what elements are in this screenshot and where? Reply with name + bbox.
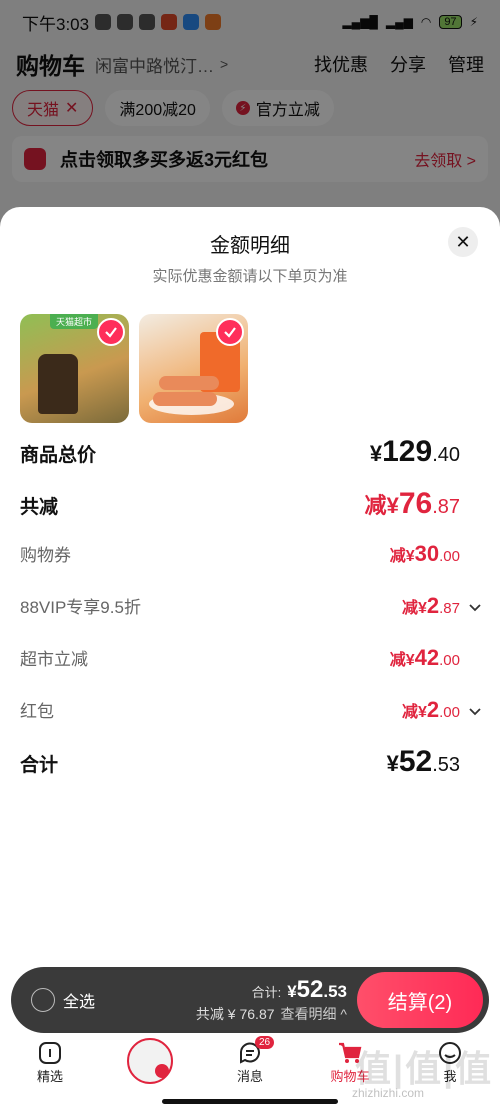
chevron-down-icon[interactable]: [468, 600, 482, 614]
row-value: ¥52.53: [386, 745, 460, 778]
close-button[interactable]: ✕: [448, 227, 478, 257]
view-details-link[interactable]: 查看明细 ^: [281, 1004, 347, 1024]
watermark-url: zhizhizhi.com: [352, 1086, 425, 1100]
row-value: 减 ¥2.87: [401, 593, 460, 618]
product-image-detail: [159, 376, 219, 390]
product-image: [38, 354, 78, 414]
sheet-subtitle: 实际优惠金额请以下单页为准: [152, 268, 348, 285]
radio-circle-icon[interactable]: [31, 988, 55, 1012]
row-label: 购物券: [20, 546, 71, 565]
product-thumbnail[interactable]: 天猫超市: [20, 314, 129, 423]
row-value: 减 ¥2.00: [401, 697, 460, 722]
row-label: 88VIP专享9.5折: [20, 598, 141, 617]
row-coupon: 购物券 减 ¥30.00: [20, 541, 460, 567]
promo-center-icon: [127, 1038, 173, 1084]
row-label: 合计: [20, 755, 59, 776]
row-value: 减 ¥42.00: [389, 645, 460, 670]
check-icon[interactable]: [97, 318, 125, 346]
row-label: 超市立减: [20, 650, 88, 669]
watermark: 值|值|值: [355, 1048, 494, 1089]
checkout-totals: 合计: ¥52.53 共减 ¥ 76.87 查看明细 ^: [196, 976, 347, 1024]
row-label: 商品总价: [20, 445, 97, 466]
tab-featured[interactable]: 精选: [0, 1034, 100, 1092]
row-value: ¥129.40: [369, 435, 460, 468]
total-label: 合计:: [251, 985, 282, 1000]
row-supermarket-discount: 超市立减 减 ¥42.00: [20, 645, 460, 671]
tab-label: 消息: [236, 1069, 263, 1084]
chevron-down-icon[interactable]: [468, 704, 482, 718]
row-total-price: 商品总价 ¥129.40: [20, 435, 460, 469]
home-indicator: [162, 1099, 338, 1104]
tmall-supermarket-tag: 天猫超市: [50, 314, 99, 329]
check-icon[interactable]: [216, 318, 244, 346]
tab-label: 精选: [36, 1069, 63, 1084]
message-count-badge: 26: [255, 1036, 275, 1049]
product-thumbnail[interactable]: [139, 314, 248, 423]
select-all-toggle[interactable]: 全选: [31, 988, 95, 1012]
row-grand-total: 合计 ¥52.53: [20, 745, 460, 779]
row-red-envelope[interactable]: 红包 减 ¥2.00: [20, 697, 460, 723]
tab-center-promo[interactable]: [100, 1034, 200, 1092]
home-icon: [39, 1042, 61, 1064]
select-all-label: 全选: [63, 994, 96, 1011]
close-icon: ✕: [455, 231, 471, 252]
row-88vip[interactable]: 88VIP专享9.5折 减 ¥2.87: [20, 593, 460, 619]
tab-messages[interactable]: 26 消息: [200, 1034, 300, 1092]
checkout-button[interactable]: 结算(2): [357, 972, 483, 1028]
product-image-detail: [153, 392, 217, 406]
row-label: 红包: [20, 702, 54, 721]
row-value: 减 ¥30.00: [389, 541, 460, 566]
product-thumbnails: 天猫超市: [20, 314, 248, 423]
discount-summary: 共减 ¥ 76.87: [195, 1006, 275, 1022]
checkout-bar: 全选 合计: ¥52.53 共减 ¥ 76.87 查看明细 ^ 结算(2): [11, 967, 489, 1033]
sheet-title: 金额明细: [210, 235, 290, 257]
row-value: 减 ¥76.87: [364, 487, 460, 520]
total-amount: ¥52.53: [287, 976, 347, 1003]
row-label: 共减: [20, 497, 59, 518]
row-total-discount: 共减 减 ¥76.87: [20, 487, 460, 521]
